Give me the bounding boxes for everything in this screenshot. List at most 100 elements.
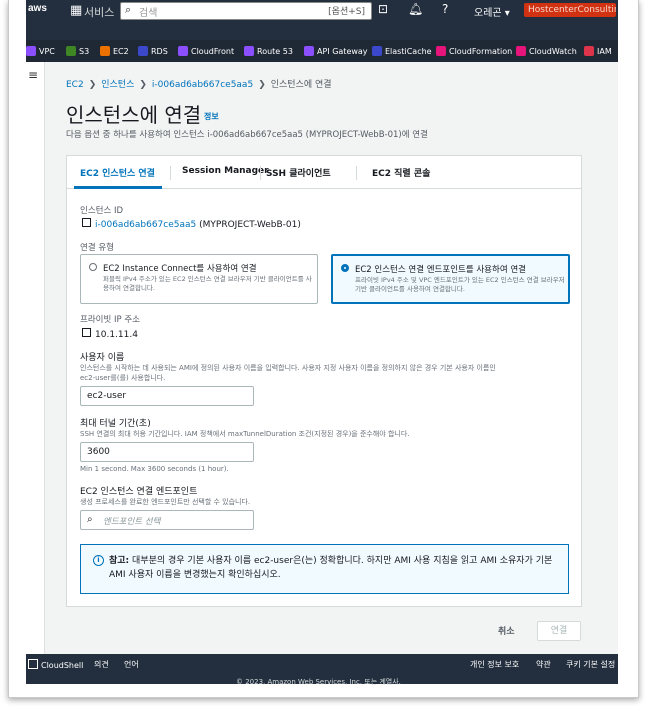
service-icon bbox=[584, 46, 594, 56]
breadcrumb-current: 인스턴스에 연결 bbox=[270, 80, 332, 90]
tunnel-duration-input[interactable]: 3600 bbox=[80, 442, 254, 462]
endpoint-desc: 생성 프로세스를 완료한 엔드포인트만 선택할 수 있습니다. bbox=[80, 498, 251, 506]
language-link[interactable]: 언어 bbox=[124, 659, 139, 670]
global-search-input[interactable]: ⌕ 검색 [옵션+S] bbox=[120, 2, 372, 20]
favorite-label: API Gateway bbox=[317, 46, 368, 56]
service-icon bbox=[516, 46, 526, 56]
copy-icon[interactable] bbox=[82, 328, 91, 337]
active-tab-indicator bbox=[74, 186, 162, 189]
endpoint-placeholder: 엔드포인트 선택 bbox=[103, 517, 161, 527]
favorite-ec2[interactable]: EC2 bbox=[100, 44, 129, 58]
favorite-rds[interactable]: RDS bbox=[138, 44, 168, 58]
option-endpoint-connect-title: EC2 인스턴스 연결 엔드포인트를 사용하여 연결 bbox=[355, 265, 526, 275]
username-desc-2: ec2-user를(를) 사용합니다. bbox=[80, 374, 166, 382]
favorite-label: VPC bbox=[39, 46, 55, 56]
favorite-cloudwatch[interactable]: CloudWatch bbox=[516, 44, 577, 58]
page-subtitle: 다음 옵션 중 하나를 사용하여 인스턴스 i-006ad6ab667ce5aa… bbox=[66, 130, 428, 140]
tab-ec2-instance-connect[interactable]: EC2 인스턴스 연결 bbox=[80, 166, 155, 179]
tab-ec2-serial-console[interactable]: EC2 직렬 콘솔 bbox=[372, 166, 430, 179]
tab-divider bbox=[260, 166, 261, 180]
feedback-link[interactable]: 의견 bbox=[94, 659, 109, 670]
tab-ssh-client[interactable]: SSH 클라이언트 bbox=[266, 166, 331, 179]
favorite-label: Route 53 bbox=[257, 46, 293, 56]
tab-session-manager[interactable]: Session Manager bbox=[182, 166, 269, 176]
tunnel-duration-label: 최대 터널 기간(초) bbox=[80, 419, 151, 429]
notifications-bell-icon[interactable]: 🔔︎ bbox=[408, 2, 423, 16]
favorite-api-gateway[interactable]: API Gateway bbox=[304, 44, 368, 58]
page-title: 인스턴스에 연결 bbox=[66, 103, 202, 127]
option-instance-connect[interactable]: EC2 Instance Connect를 사용하여 연결 퍼블릭 IPv4 주… bbox=[80, 254, 318, 304]
copyright: © 2023, Amazon Web Services, Inc. 또는 계열사… bbox=[236, 678, 401, 686]
endpoint-select[interactable]: ⌕ 엔드포인트 선택 bbox=[80, 510, 254, 530]
cookie-preferences-link[interactable]: 쿠키 기본 설정 bbox=[566, 659, 615, 670]
instance-id-link[interactable]: i-006ad6ab667ce5aa5 bbox=[95, 220, 196, 230]
service-icon bbox=[26, 46, 36, 56]
option-endpoint-connect[interactable]: EC2 인스턴스 연결 엔드포인트를 사용하여 연결 프라이빗 IPv4 주소 … bbox=[331, 254, 570, 304]
help-icon[interactable]: ? bbox=[442, 2, 448, 16]
breadcrumb-ec2[interactable]: EC2 bbox=[66, 80, 84, 90]
service-icon bbox=[436, 46, 446, 56]
favorite-cloudformation[interactable]: CloudFormation bbox=[436, 44, 512, 58]
breadcrumb-instances[interactable]: 인스턴스 bbox=[101, 80, 134, 90]
chevron-right-icon: ❯ bbox=[88, 80, 97, 90]
region-selector[interactable]: 오레곤 ▾ bbox=[474, 4, 510, 19]
instance-name: (MYPROJECT-WebB-01) bbox=[199, 220, 301, 230]
instance-id-label: 인스턴스 ID bbox=[80, 206, 124, 216]
privacy-link[interactable]: 개인 정보 보호 bbox=[470, 659, 519, 670]
menu-toggle-icon[interactable]: ≡ bbox=[28, 68, 38, 82]
private-ip-label: 프라이빗 IP 주소 bbox=[80, 315, 140, 325]
services-menu[interactable]: 서비스 bbox=[84, 4, 114, 20]
option-instance-connect-title: EC2 Instance Connect를 사용하여 연결 bbox=[103, 264, 257, 274]
breadcrumb-instance-id[interactable]: i-006ad6ab667ce5aa5 bbox=[152, 80, 253, 90]
alert-bold: 참고: bbox=[109, 556, 130, 566]
cloudshell-link[interactable]: CloudShell bbox=[28, 659, 83, 670]
connect-button[interactable]: 연결 bbox=[537, 621, 581, 641]
favorite-label: CloudFormation bbox=[449, 46, 513, 56]
info-circle-icon: i bbox=[93, 555, 104, 566]
favorite-route-53[interactable]: Route 53 bbox=[244, 44, 293, 58]
copy-icon[interactable] bbox=[82, 218, 91, 227]
terms-link[interactable]: 약관 bbox=[536, 659, 551, 670]
aws-logo[interactable]: aws bbox=[28, 3, 47, 14]
connection-tabs: EC2 인스턴스 연결 Session Manager SSH 클라이언트 EC… bbox=[66, 155, 582, 189]
search-icon: ⌕ bbox=[125, 3, 132, 16]
tab-divider bbox=[170, 166, 171, 180]
username-desc-1: 인스턴스를 시작하는 데 사용되는 AMI에 정의된 사용자 이름을 입력합니다… bbox=[80, 364, 496, 372]
service-icon bbox=[100, 46, 110, 56]
chevron-right-icon: ❯ bbox=[258, 80, 266, 90]
services-grid-icon[interactable]: ▦ bbox=[70, 4, 84, 18]
favorite-label: RDS bbox=[151, 46, 168, 56]
service-icon bbox=[244, 46, 254, 56]
option-endpoint-connect-desc: 프라이빗 IPv4 주소 및 VPC 엔드포인트가 있는 EC2 인스턴스 연결… bbox=[355, 276, 565, 293]
cloudshell-icon[interactable]: ⊡ bbox=[378, 2, 388, 16]
favorite-s3[interactable]: S3 bbox=[66, 44, 89, 58]
service-icon bbox=[304, 46, 314, 56]
breadcrumb: EC2 ❯ 인스턴스 ❯ i-006ad6ab667ce5aa5 ❯ 인스턴스에 연결 bbox=[66, 77, 332, 90]
endpoint-label: EC2 인스턴스 연결 엔드포인트 bbox=[80, 487, 198, 497]
tab-divider bbox=[356, 166, 357, 180]
private-ip-text: 10.1.11.4 bbox=[95, 330, 138, 340]
cloudshell-label: CloudShell bbox=[41, 661, 84, 670]
search-icon: ⌕ bbox=[87, 514, 93, 525]
account-menu[interactable]: HostcenterConsulting ▾ bbox=[524, 3, 616, 17]
tunnel-duration-desc: SSH 연결의 최대 허용 기간입니다. IAM 정책에서 maxTunnelD… bbox=[80, 430, 410, 438]
service-icon bbox=[372, 46, 382, 56]
service-icon bbox=[178, 46, 188, 56]
radio-endpoint-connect[interactable] bbox=[341, 264, 349, 272]
terminal-icon bbox=[28, 659, 38, 669]
search-placeholder: 검색 bbox=[139, 8, 158, 19]
info-link[interactable]: 정보 bbox=[204, 111, 219, 122]
alert-body: 대부분의 경우 기본 사용자 이름 ec2-user은(는) 정확합니다. 하지… bbox=[109, 556, 553, 580]
favorite-vpc[interactable]: VPC bbox=[26, 44, 55, 58]
instance-id-value: i-006ad6ab667ce5aa5 (MYPROJECT-WebB-01) bbox=[82, 218, 301, 230]
favorite-elasticache[interactable]: ElastiCache bbox=[372, 44, 432, 58]
service-icon bbox=[66, 46, 76, 56]
connection-type-label: 연결 유형 bbox=[80, 243, 114, 253]
favorite-iam[interactable]: IAM bbox=[584, 44, 612, 58]
username-label: 사용자 이름 bbox=[80, 353, 125, 363]
cancel-button[interactable]: 취소 bbox=[498, 624, 515, 637]
username-input[interactable]: ec2-user bbox=[80, 386, 254, 406]
favorite-cloudfront[interactable]: CloudFront bbox=[178, 44, 234, 58]
radio-instance-connect[interactable] bbox=[89, 263, 97, 271]
alert-text: 참고: 대부분의 경우 기본 사용자 이름 ec2-user은(는) 정확합니다… bbox=[109, 554, 559, 582]
